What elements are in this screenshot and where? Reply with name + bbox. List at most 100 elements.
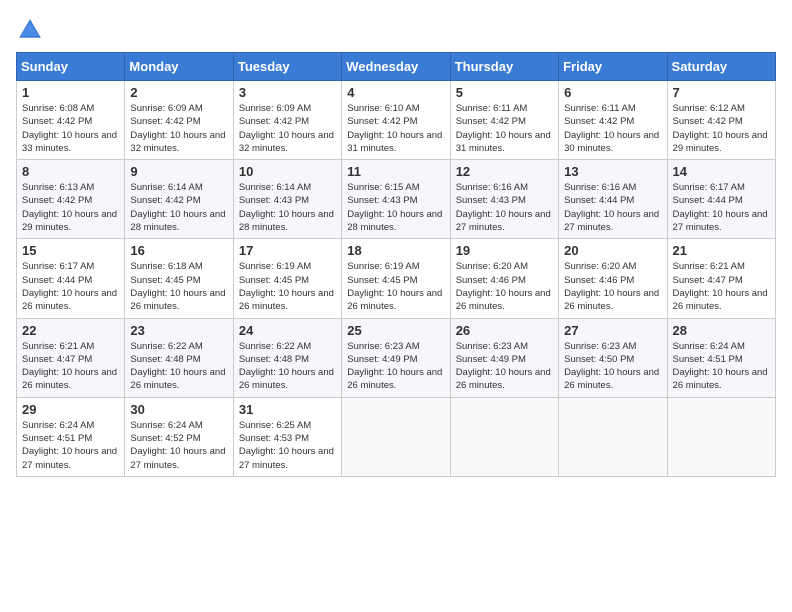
day-info: Sunrise: 6:15 AM Sunset: 4:43 PM Dayligh… bbox=[347, 181, 444, 234]
day-number: 25 bbox=[347, 323, 444, 338]
calendar-day-cell: 23 Sunrise: 6:22 AM Sunset: 4:48 PM Dayl… bbox=[125, 318, 233, 397]
calendar-week-row: 1 Sunrise: 6:08 AM Sunset: 4:42 PM Dayli… bbox=[17, 81, 776, 160]
weekday-header: Tuesday bbox=[233, 53, 341, 81]
day-info: Sunrise: 6:23 AM Sunset: 4:49 PM Dayligh… bbox=[347, 340, 444, 393]
logo-icon bbox=[16, 16, 44, 44]
day-number: 24 bbox=[239, 323, 336, 338]
day-info: Sunrise: 6:09 AM Sunset: 4:42 PM Dayligh… bbox=[130, 102, 227, 155]
day-number: 3 bbox=[239, 85, 336, 100]
calendar-day-cell: 21 Sunrise: 6:21 AM Sunset: 4:47 PM Dayl… bbox=[667, 239, 775, 318]
calendar-day-cell: 8 Sunrise: 6:13 AM Sunset: 4:42 PM Dayli… bbox=[17, 160, 125, 239]
weekday-header: Friday bbox=[559, 53, 667, 81]
calendar-day-cell: 14 Sunrise: 6:17 AM Sunset: 4:44 PM Dayl… bbox=[667, 160, 775, 239]
day-info: Sunrise: 6:24 AM Sunset: 4:52 PM Dayligh… bbox=[130, 419, 227, 472]
day-number: 23 bbox=[130, 323, 227, 338]
day-info: Sunrise: 6:20 AM Sunset: 4:46 PM Dayligh… bbox=[456, 260, 553, 313]
weekday-header: Sunday bbox=[17, 53, 125, 81]
day-info: Sunrise: 6:23 AM Sunset: 4:49 PM Dayligh… bbox=[456, 340, 553, 393]
weekday-header: Wednesday bbox=[342, 53, 450, 81]
day-number: 6 bbox=[564, 85, 661, 100]
day-number: 4 bbox=[347, 85, 444, 100]
day-info: Sunrise: 6:21 AM Sunset: 4:47 PM Dayligh… bbox=[673, 260, 770, 313]
calendar-day-cell: 4 Sunrise: 6:10 AM Sunset: 4:42 PM Dayli… bbox=[342, 81, 450, 160]
day-number: 7 bbox=[673, 85, 770, 100]
day-info: Sunrise: 6:14 AM Sunset: 4:42 PM Dayligh… bbox=[130, 181, 227, 234]
calendar-day-cell: 19 Sunrise: 6:20 AM Sunset: 4:46 PM Dayl… bbox=[450, 239, 558, 318]
calendar-day-cell: 9 Sunrise: 6:14 AM Sunset: 4:42 PM Dayli… bbox=[125, 160, 233, 239]
day-number: 22 bbox=[22, 323, 119, 338]
calendar-day-cell: 15 Sunrise: 6:17 AM Sunset: 4:44 PM Dayl… bbox=[17, 239, 125, 318]
day-info: Sunrise: 6:12 AM Sunset: 4:42 PM Dayligh… bbox=[673, 102, 770, 155]
calendar-day-cell: 30 Sunrise: 6:24 AM Sunset: 4:52 PM Dayl… bbox=[125, 397, 233, 476]
calendar-day-cell bbox=[559, 397, 667, 476]
weekday-header: Thursday bbox=[450, 53, 558, 81]
day-info: Sunrise: 6:13 AM Sunset: 4:42 PM Dayligh… bbox=[22, 181, 119, 234]
day-number: 17 bbox=[239, 243, 336, 258]
page-header bbox=[16, 16, 776, 44]
calendar-day-cell: 22 Sunrise: 6:21 AM Sunset: 4:47 PM Dayl… bbox=[17, 318, 125, 397]
calendar-day-cell: 5 Sunrise: 6:11 AM Sunset: 4:42 PM Dayli… bbox=[450, 81, 558, 160]
day-info: Sunrise: 6:16 AM Sunset: 4:44 PM Dayligh… bbox=[564, 181, 661, 234]
day-info: Sunrise: 6:14 AM Sunset: 4:43 PM Dayligh… bbox=[239, 181, 336, 234]
calendar-header-row: SundayMondayTuesdayWednesdayThursdayFrid… bbox=[17, 53, 776, 81]
day-info: Sunrise: 6:19 AM Sunset: 4:45 PM Dayligh… bbox=[239, 260, 336, 313]
day-info: Sunrise: 6:17 AM Sunset: 4:44 PM Dayligh… bbox=[673, 181, 770, 234]
calendar-day-cell: 29 Sunrise: 6:24 AM Sunset: 4:51 PM Dayl… bbox=[17, 397, 125, 476]
day-info: Sunrise: 6:09 AM Sunset: 4:42 PM Dayligh… bbox=[239, 102, 336, 155]
day-info: Sunrise: 6:22 AM Sunset: 4:48 PM Dayligh… bbox=[239, 340, 336, 393]
weekday-header: Monday bbox=[125, 53, 233, 81]
calendar-day-cell: 13 Sunrise: 6:16 AM Sunset: 4:44 PM Dayl… bbox=[559, 160, 667, 239]
calendar-day-cell: 11 Sunrise: 6:15 AM Sunset: 4:43 PM Dayl… bbox=[342, 160, 450, 239]
calendar-day-cell: 28 Sunrise: 6:24 AM Sunset: 4:51 PM Dayl… bbox=[667, 318, 775, 397]
calendar-table: SundayMondayTuesdayWednesdayThursdayFrid… bbox=[16, 52, 776, 477]
calendar-day-cell: 24 Sunrise: 6:22 AM Sunset: 4:48 PM Dayl… bbox=[233, 318, 341, 397]
day-number: 12 bbox=[456, 164, 553, 179]
logo bbox=[16, 16, 48, 44]
calendar-day-cell: 12 Sunrise: 6:16 AM Sunset: 4:43 PM Dayl… bbox=[450, 160, 558, 239]
calendar-day-cell: 3 Sunrise: 6:09 AM Sunset: 4:42 PM Dayli… bbox=[233, 81, 341, 160]
day-info: Sunrise: 6:08 AM Sunset: 4:42 PM Dayligh… bbox=[22, 102, 119, 155]
day-number: 27 bbox=[564, 323, 661, 338]
calendar-day-cell: 2 Sunrise: 6:09 AM Sunset: 4:42 PM Dayli… bbox=[125, 81, 233, 160]
calendar-day-cell: 20 Sunrise: 6:20 AM Sunset: 4:46 PM Dayl… bbox=[559, 239, 667, 318]
calendar-day-cell: 10 Sunrise: 6:14 AM Sunset: 4:43 PM Dayl… bbox=[233, 160, 341, 239]
calendar-week-row: 8 Sunrise: 6:13 AM Sunset: 4:42 PM Dayli… bbox=[17, 160, 776, 239]
day-info: Sunrise: 6:25 AM Sunset: 4:53 PM Dayligh… bbox=[239, 419, 336, 472]
calendar-day-cell: 16 Sunrise: 6:18 AM Sunset: 4:45 PM Dayl… bbox=[125, 239, 233, 318]
day-info: Sunrise: 6:18 AM Sunset: 4:45 PM Dayligh… bbox=[130, 260, 227, 313]
day-number: 26 bbox=[456, 323, 553, 338]
day-number: 19 bbox=[456, 243, 553, 258]
day-info: Sunrise: 6:24 AM Sunset: 4:51 PM Dayligh… bbox=[22, 419, 119, 472]
day-number: 8 bbox=[22, 164, 119, 179]
calendar-day-cell: 1 Sunrise: 6:08 AM Sunset: 4:42 PM Dayli… bbox=[17, 81, 125, 160]
day-number: 16 bbox=[130, 243, 227, 258]
calendar-day-cell bbox=[667, 397, 775, 476]
calendar-week-row: 29 Sunrise: 6:24 AM Sunset: 4:51 PM Dayl… bbox=[17, 397, 776, 476]
day-info: Sunrise: 6:11 AM Sunset: 4:42 PM Dayligh… bbox=[456, 102, 553, 155]
day-info: Sunrise: 6:19 AM Sunset: 4:45 PM Dayligh… bbox=[347, 260, 444, 313]
day-number: 28 bbox=[673, 323, 770, 338]
day-number: 2 bbox=[130, 85, 227, 100]
day-number: 13 bbox=[564, 164, 661, 179]
day-number: 11 bbox=[347, 164, 444, 179]
calendar-day-cell: 17 Sunrise: 6:19 AM Sunset: 4:45 PM Dayl… bbox=[233, 239, 341, 318]
day-info: Sunrise: 6:24 AM Sunset: 4:51 PM Dayligh… bbox=[673, 340, 770, 393]
calendar-day-cell: 6 Sunrise: 6:11 AM Sunset: 4:42 PM Dayli… bbox=[559, 81, 667, 160]
day-number: 5 bbox=[456, 85, 553, 100]
day-number: 10 bbox=[239, 164, 336, 179]
calendar-week-row: 15 Sunrise: 6:17 AM Sunset: 4:44 PM Dayl… bbox=[17, 239, 776, 318]
day-info: Sunrise: 6:10 AM Sunset: 4:42 PM Dayligh… bbox=[347, 102, 444, 155]
calendar-day-cell: 27 Sunrise: 6:23 AM Sunset: 4:50 PM Dayl… bbox=[559, 318, 667, 397]
calendar-day-cell: 25 Sunrise: 6:23 AM Sunset: 4:49 PM Dayl… bbox=[342, 318, 450, 397]
day-number: 18 bbox=[347, 243, 444, 258]
day-info: Sunrise: 6:22 AM Sunset: 4:48 PM Dayligh… bbox=[130, 340, 227, 393]
day-info: Sunrise: 6:23 AM Sunset: 4:50 PM Dayligh… bbox=[564, 340, 661, 393]
day-info: Sunrise: 6:17 AM Sunset: 4:44 PM Dayligh… bbox=[22, 260, 119, 313]
calendar-day-cell: 31 Sunrise: 6:25 AM Sunset: 4:53 PM Dayl… bbox=[233, 397, 341, 476]
day-number: 9 bbox=[130, 164, 227, 179]
day-info: Sunrise: 6:16 AM Sunset: 4:43 PM Dayligh… bbox=[456, 181, 553, 234]
calendar-week-row: 22 Sunrise: 6:21 AM Sunset: 4:47 PM Dayl… bbox=[17, 318, 776, 397]
calendar-day-cell bbox=[342, 397, 450, 476]
day-number: 20 bbox=[564, 243, 661, 258]
calendar-day-cell bbox=[450, 397, 558, 476]
